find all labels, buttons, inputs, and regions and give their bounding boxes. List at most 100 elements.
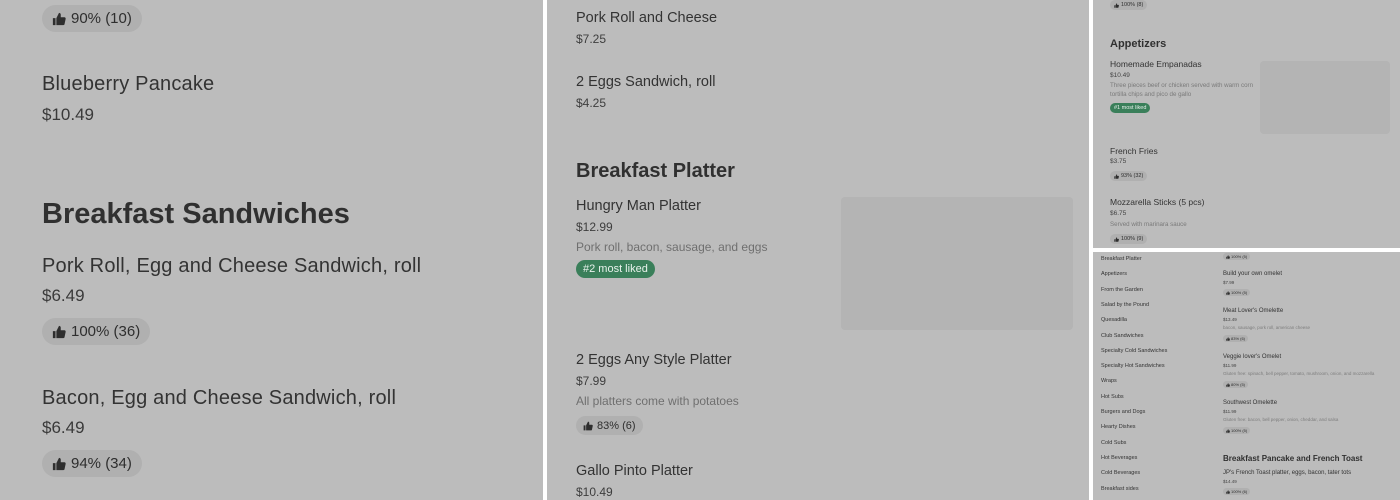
menu-item-price: $12.99 — [576, 220, 613, 234]
thumbs-up-icon — [1226, 290, 1230, 295]
most-liked-badge: #1 most liked — [1110, 103, 1151, 113]
menu-item-name[interactable]: Pork Roll and Cheese — [576, 10, 717, 26]
menu-item-name[interactable]: Blueberry Pancake — [42, 73, 214, 96]
menu-panel-medium: Pork Roll and Cheese $7.25 2 Eggs Sandwi… — [547, 0, 1089, 500]
category-nav-item[interactable]: Specialty Hot Sandwiches — [1101, 363, 1165, 369]
menu-item-price: $11.99 — [1223, 363, 1237, 368]
thumbs-up-icon — [1226, 382, 1230, 387]
rating-text: 100% (6) — [1231, 489, 1248, 494]
menu-item-name[interactable]: Bacon, Egg and Cheese Sandwich, roll — [42, 387, 396, 410]
section-heading: Appetizers — [1110, 38, 1167, 50]
menu-item-description: Three pieces beef or chicken served with… — [1110, 82, 1254, 98]
menu-item-name[interactable]: Gallo Pinto Platter — [576, 463, 693, 479]
rating-text: 83% (6) — [1231, 336, 1246, 341]
category-nav-item[interactable]: Quesadilla — [1101, 317, 1127, 323]
rating-badge: 90% (10) — [42, 5, 142, 32]
rating-text: 90% (10) — [71, 10, 132, 27]
rating-text: 100% (5) — [1231, 290, 1248, 295]
menu-item-name[interactable]: French Fries — [1110, 146, 1158, 156]
category-nav-item[interactable]: Hot Beverages — [1101, 455, 1137, 461]
menu-item-price: $6.49 — [42, 418, 85, 437]
rating-badge: 83% (6) — [576, 416, 643, 435]
rating-text: 93% (32) — [1121, 173, 1144, 179]
category-nav-item[interactable]: Salad by the Pound — [1101, 302, 1149, 308]
rating-badge: 100% (9) — [1110, 234, 1148, 244]
menu-item-name[interactable]: Southwest Omelette — [1223, 400, 1277, 406]
menu-item-price: $13.49 — [1223, 317, 1237, 322]
thumbs-up-icon — [1114, 236, 1119, 242]
menu-item-price: $10.49 — [42, 105, 94, 124]
menu-item-name[interactable]: Pork Roll, Egg and Cheese Sandwich, roll — [42, 255, 421, 278]
menu-item-name[interactable]: Hungry Man Platter — [576, 198, 701, 214]
rating-badge: 100% (5) — [1223, 289, 1251, 296]
category-nav-item[interactable]: Appetizers — [1101, 271, 1127, 277]
thumbs-up-icon — [1226, 428, 1230, 433]
rating-badge: 80% (5) — [1223, 381, 1249, 388]
rating-text: 100% (5) — [1231, 428, 1248, 433]
menu-item-name[interactable]: Build your own omelet — [1223, 271, 1282, 277]
rating-badge: 100% (5) — [1223, 427, 1251, 434]
category-nav-item[interactable]: Wraps — [1101, 378, 1117, 384]
menu-item-price: $6.49 — [42, 286, 85, 305]
thumbs-up-icon — [1226, 336, 1230, 341]
menu-item-name[interactable]: JP's French Toast platter, eggs, bacon, … — [1223, 470, 1351, 476]
section-heading: Breakfast Pancake and French Toast — [1223, 454, 1363, 463]
thumbs-up-icon — [1114, 2, 1119, 8]
menu-item-description: Gluten free: spinach, bell pepper, tomat… — [1223, 371, 1375, 376]
menu-panel-small: 100% (8) Appetizers Homemade Empanadas $… — [1093, 0, 1400, 248]
rating-badge: 100% (8) — [1110, 0, 1148, 10]
menu-item-price: $7.99 — [1223, 280, 1235, 285]
thumbs-up-icon — [1114, 173, 1119, 179]
menu-item-name[interactable]: Mozzarella Sticks (5 pcs) — [1110, 197, 1204, 207]
menu-item-price: $6.75 — [1110, 210, 1127, 217]
category-nav-item[interactable]: Cold Beverages — [1101, 470, 1140, 476]
rating-text: 100% (9) — [1121, 236, 1144, 242]
rating-badge: 100% (6) — [1223, 488, 1251, 495]
category-nav-item[interactable]: From the Garden — [1101, 287, 1143, 293]
most-liked-badge: #2 most liked — [576, 260, 655, 278]
menu-item-description: bacon, sausage, pork roll, american chee… — [1223, 325, 1311, 330]
rating-badge: 100% (5) — [1223, 253, 1251, 260]
category-nav-item[interactable]: Specialty Cold Sandwiches — [1101, 348, 1167, 354]
menu-screenshot-collage: 90% (10) Blueberry Pancake $10.49 Breakf… — [0, 0, 1400, 500]
menu-item-description: Gluten free: bacon, bell pepper, onion, … — [1223, 417, 1339, 422]
rating-badge: 94% (34) — [42, 450, 142, 477]
menu-item-name[interactable]: Meat Lover's Omelette — [1223, 308, 1283, 314]
menu-item-name[interactable]: 2 Eggs Any Style Platter — [576, 352, 732, 368]
rating-badge: 93% (32) — [1110, 171, 1148, 181]
menu-item-description: All platters come with potatoes — [576, 394, 739, 408]
menu-panel-tiny: Breakfast Platter Appetizers From the Gard… — [1093, 252, 1400, 500]
thumbs-up-icon — [583, 421, 593, 430]
category-nav-item[interactable]: Hearty Dishes — [1101, 424, 1136, 430]
category-nav-item[interactable]: Breakfast sides — [1101, 486, 1139, 492]
menu-item-description: Served with marinara sauce — [1110, 221, 1187, 228]
menu-item-price: $7.25 — [576, 32, 607, 46]
section-heading: Breakfast Platter — [576, 160, 735, 182]
rating-text: 100% (36) — [71, 323, 141, 340]
rating-text: 80% (5) — [1231, 382, 1246, 387]
menu-item-price: $11.99 — [1223, 409, 1237, 414]
rating-text: 83% (6) — [597, 419, 636, 432]
rating-text: 100% (8) — [1121, 2, 1144, 8]
menu-item-image[interactable] — [841, 197, 1073, 330]
category-nav-item[interactable]: Hot Subs — [1101, 394, 1124, 400]
menu-item-price: $14.49 — [1223, 479, 1237, 484]
section-heading: Breakfast Sandwiches — [42, 198, 350, 230]
category-nav-item[interactable]: Burgers and Dogs — [1101, 409, 1145, 415]
category-nav-item[interactable]: Breakfast Platter — [1101, 256, 1142, 262]
menu-item-name[interactable]: Homemade Empanadas — [1110, 59, 1202, 69]
menu-item-name[interactable]: 2 Eggs Sandwich, roll — [576, 74, 715, 90]
thumbs-up-icon — [1226, 489, 1230, 494]
thumbs-up-icon — [52, 457, 66, 470]
menu-item-image[interactable] — [1260, 61, 1390, 134]
menu-item-price: $4.25 — [576, 96, 607, 110]
rating-text: 100% (5) — [1231, 254, 1248, 259]
menu-item-price: $7.99 — [576, 374, 607, 388]
menu-panel-large: 90% (10) Blueberry Pancake $10.49 Breakf… — [0, 0, 543, 500]
category-nav-item[interactable]: Club Sandwiches — [1101, 333, 1144, 339]
thumbs-up-icon — [52, 325, 66, 338]
category-nav-item[interactable]: Cold Subs — [1101, 440, 1126, 446]
rating-badge: 83% (6) — [1223, 335, 1249, 342]
menu-item-name[interactable]: Veggie lover's Omelet — [1223, 354, 1281, 360]
rating-badge: 100% (36) — [42, 318, 151, 345]
